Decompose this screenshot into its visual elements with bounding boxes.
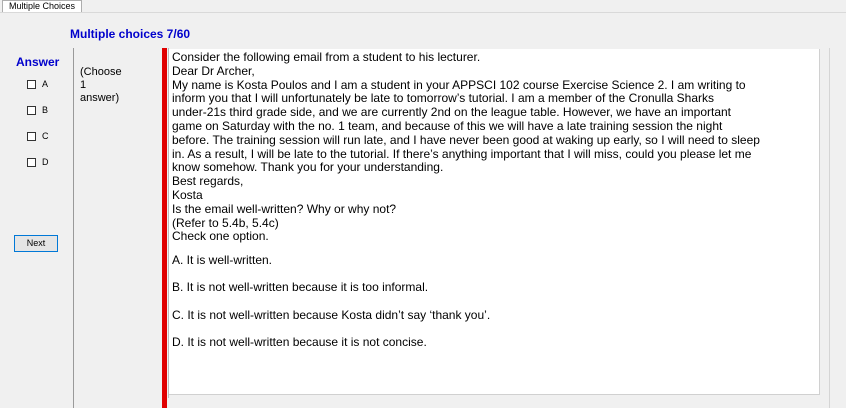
question-line: under-21s third grade side, and we are c… (172, 105, 732, 120)
question-line: My name is Kosta Poulos and I am a stude… (172, 77, 746, 92)
checkbox-d[interactable] (27, 157, 36, 167)
question-line: Consider the following email from a stud… (172, 50, 481, 64)
option-a-label: A (42, 79, 49, 89)
question-line: before. The training session will run la… (172, 132, 760, 147)
red-divider-bar (162, 48, 167, 408)
question-line: Is the email well-written? Why or why no… (172, 201, 397, 216)
checkbox-b[interactable] (27, 105, 36, 115)
option-c-label: C (42, 131, 49, 141)
question-line: Dear Dr Archer, (172, 63, 255, 78)
question-line: in. As a result, I will be late to the t… (172, 146, 752, 161)
page-title: Multiple choices 7/60 (70, 27, 191, 41)
tab-multiple-choices[interactable]: Multiple Choices (2, 0, 83, 12)
option-d-label: D (42, 157, 49, 167)
next-button[interactable]: Next (14, 235, 58, 252)
choice-a-text: A. It is well-written. (172, 253, 273, 268)
question-text-box[interactable]: Consider the following email from a stud… (169, 49, 820, 395)
question-line: game on Saturday with the no. 1 team, an… (172, 118, 723, 133)
tab-strip: Multiple Choices (0, 0, 846, 13)
question-line: Best regards, (172, 174, 244, 189)
option-b-checkbox-row[interactable]: B (27, 104, 48, 116)
option-b-label: B (42, 105, 49, 115)
option-a-checkbox-row[interactable]: A (27, 78, 48, 90)
question-line: inform you that I will unfortunately be … (172, 91, 715, 106)
right-border (829, 48, 830, 408)
choice-d-text: D. It is not well-written because it is … (172, 335, 427, 350)
choice-c-text: C. It is not well-written because Kosta … (172, 307, 491, 322)
choice-b-text: B. It is not well-written because it is … (172, 280, 429, 295)
question-line: Check one option. (172, 229, 269, 244)
question-line: know somehow. Thank you for your underst… (172, 160, 444, 175)
answer-label: Answer (16, 55, 60, 69)
option-d-checkbox-row[interactable]: D (27, 156, 49, 168)
instruction-text: (Choose 1 answer) (80, 66, 122, 104)
question-line: Kosta (172, 187, 203, 202)
checkbox-a[interactable] (27, 79, 36, 89)
divider (73, 48, 74, 408)
checkbox-c[interactable] (27, 131, 36, 141)
option-c-checkbox-row[interactable]: C (27, 130, 49, 142)
question-line: (Refer to 5.4b, 5.4c) (172, 215, 279, 230)
